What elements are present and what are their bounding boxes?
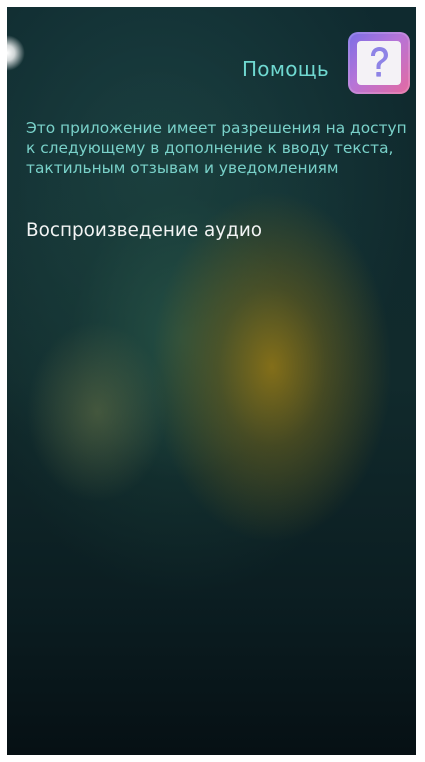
permission-item: Воспроизведение аудио — [26, 220, 263, 241]
page-title: Помощь — [241, 57, 329, 81]
question-mark-icon — [357, 41, 401, 85]
light-glow — [7, 35, 25, 71]
app-screen: Помощь Это приложение имеет разрешения н… — [7, 7, 416, 755]
help-button[interactable] — [348, 32, 410, 94]
permissions-description: Это приложение имеет разрешения на досту… — [26, 119, 407, 177]
